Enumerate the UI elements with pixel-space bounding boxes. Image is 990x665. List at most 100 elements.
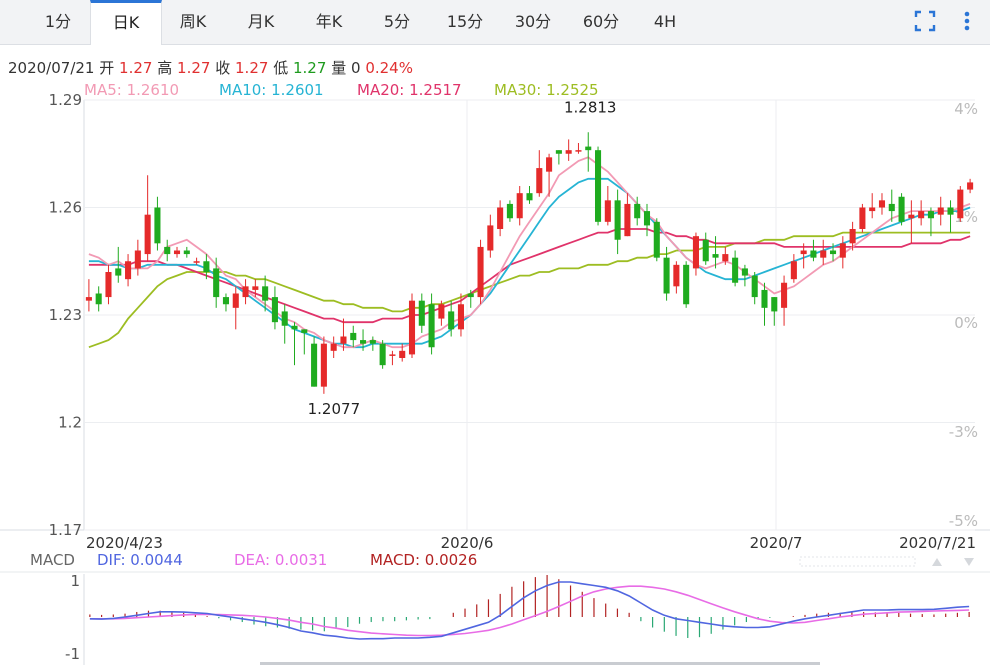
candle-body [585, 146, 592, 151]
candle-body [164, 246, 171, 255]
candle-body [252, 286, 259, 290]
candle-body [898, 196, 905, 222]
percent-tick-label: -5% [949, 512, 978, 530]
candle-body [418, 300, 425, 326]
candle-body [732, 257, 739, 283]
candle-body [751, 275, 758, 298]
candle-body [193, 261, 200, 263]
date-label: 2020/7/21 [899, 534, 976, 552]
volume-value: 0 [350, 59, 361, 77]
tab-8[interactable]: 30分 [500, 0, 566, 44]
candle-body [271, 297, 278, 323]
candle-body [595, 150, 602, 222]
candle-body [536, 168, 543, 194]
info-date: 2020/07/21 [8, 59, 95, 77]
candle-body [173, 250, 181, 255]
tab-9[interactable]: 60分 [568, 0, 634, 44]
low-value: 1.27 [293, 59, 327, 77]
candle-body [546, 157, 553, 172]
scroll-down-icon [964, 558, 974, 566]
candle-body [340, 336, 347, 344]
date-label: 2020/4/23 [86, 534, 163, 552]
tab-2[interactable]: 日K [90, 0, 162, 45]
candle-body [487, 225, 494, 251]
candle-body [741, 268, 748, 276]
candle-body [301, 329, 308, 333]
candle-body [516, 193, 523, 219]
candle-body [428, 304, 435, 348]
tab-10[interactable]: 4H [634, 0, 696, 44]
candle-body [369, 340, 376, 344]
ma30-legend: MA30: 1.2525 [494, 81, 599, 99]
candle-body [653, 221, 660, 258]
tab-7[interactable]: 15分 [432, 0, 498, 44]
volume-label: 量 [331, 59, 347, 77]
candle-body [663, 257, 670, 294]
tab-4[interactable]: 月K [228, 0, 294, 44]
candle-body [281, 311, 288, 326]
price-tick-label: 1.29 [49, 91, 82, 109]
high-label: 高 [157, 59, 173, 77]
ma20-line [88, 228, 971, 324]
tab-3[interactable]: 周K [160, 0, 226, 44]
candle-body [95, 293, 102, 305]
dea-line [89, 585, 970, 637]
macd-legend: MACD: 0.0026 [370, 551, 478, 569]
candle-body [869, 207, 876, 212]
dif-legend: DIF: 0.0044 [97, 551, 183, 569]
macd-tick-label: 1 [70, 572, 80, 590]
candle-body [908, 214, 915, 219]
candle-body [311, 343, 318, 387]
candle-body [643, 211, 651, 226]
candle-body [213, 268, 220, 298]
candle-body [350, 332, 357, 341]
tab-6[interactable]: 5分 [364, 0, 430, 44]
candle-body [722, 254, 729, 262]
ma10-legend: MA10: 1.2601 [219, 81, 324, 99]
candle-body [888, 203, 895, 212]
ma30-line [88, 231, 971, 349]
tab-5[interactable]: 年K [296, 0, 362, 44]
candle-body [575, 150, 582, 152]
candle-body [477, 246, 484, 298]
candle-body [683, 264, 690, 305]
more-vertical-icon[interactable] [952, 6, 982, 36]
fullscreen-icon[interactable] [910, 6, 940, 36]
candle-body [85, 297, 92, 301]
dif-line [89, 581, 970, 640]
candle-body [183, 250, 190, 255]
ma5-legend: MA5: 1.2610 [84, 81, 180, 99]
date-label: 2020/7 [750, 534, 803, 552]
candle-body [408, 300, 416, 355]
candle-body [614, 200, 621, 240]
close-value: 1.27 [235, 59, 269, 77]
candle-body [497, 207, 504, 229]
candle-body [526, 193, 533, 201]
candle-body [467, 293, 474, 298]
candle-body [330, 343, 337, 351]
candle-body [232, 293, 239, 308]
candle-body [692, 236, 699, 269]
macd-tick-label: -1 [65, 645, 80, 663]
dea-legend: DEA: 0.0031 [234, 551, 328, 569]
candle-body [820, 250, 827, 258]
tab-1[interactable]: 1分 [25, 0, 91, 44]
candle-body [878, 200, 886, 208]
candle-body [810, 250, 817, 258]
candle-body [712, 254, 719, 258]
price-tick-label: 1.23 [49, 306, 82, 324]
change-percent: 0.24% [365, 59, 413, 77]
candle-body [781, 282, 788, 308]
candle-body [771, 297, 778, 312]
candle-body [144, 214, 151, 255]
candle-body [761, 289, 768, 308]
candle-body [242, 286, 249, 298]
candle-body [937, 207, 944, 215]
candle-body [360, 340, 367, 344]
candle-body [967, 182, 974, 190]
candle-body [399, 350, 406, 358]
price-tick-label: 1.17 [49, 521, 82, 539]
price-tick-label: 1.26 [49, 199, 82, 217]
candle-body [506, 203, 513, 219]
candle-body [320, 343, 327, 387]
